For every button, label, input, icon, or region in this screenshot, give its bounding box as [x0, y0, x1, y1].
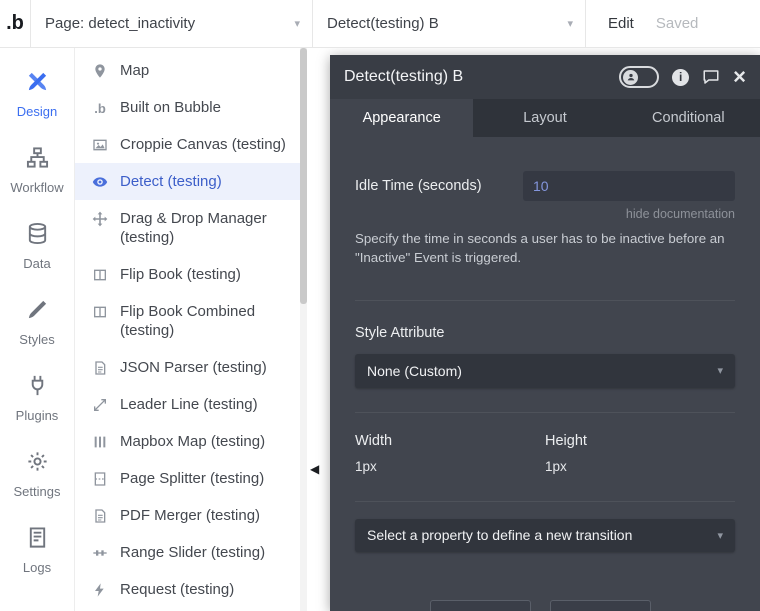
- list-item-leader-line[interactable]: Leader Line (testing): [75, 386, 300, 423]
- book-icon: [91, 266, 109, 284]
- list-item-request[interactable]: Request (testing): [75, 571, 300, 608]
- list-item-mapbox-map[interactable]: Mapbox Map (testing): [75, 423, 300, 460]
- document-icon: [91, 359, 109, 377]
- list-item-flip-book[interactable]: Flip Book (testing): [75, 256, 300, 293]
- bubble-editor: .b Page: detect_inactivity ▾ Detect(test…: [0, 0, 760, 611]
- topbar: .b Page: detect_inactivity ▾ Detect(test…: [0, 0, 760, 48]
- property-editor-title: Detect(testing) B: [344, 68, 464, 85]
- sidebar-item-data[interactable]: Data: [0, 208, 74, 284]
- list-item-pdf-merger[interactable]: PDF Merger (testing): [75, 497, 300, 534]
- gear-icon: [26, 450, 49, 478]
- paintbrush-icon: [26, 298, 49, 326]
- property-editor-tabs: Appearance Layout Conditional: [330, 99, 760, 137]
- tab-appearance[interactable]: Appearance: [330, 99, 474, 137]
- saved-status: Saved: [655, 15, 699, 32]
- book-icon: [91, 303, 109, 321]
- document-icon: [91, 507, 109, 525]
- chevron-down-icon: ▾: [294, 18, 300, 30]
- height-label: Height: [545, 432, 587, 449]
- style-attribute-dropdown[interactable]: None (Custom) ▾: [355, 353, 735, 388]
- hide-documentation-link[interactable]: hide documentation: [355, 207, 735, 221]
- width-label: Width: [355, 432, 393, 449]
- page-split-icon: [91, 470, 109, 488]
- header-icons: i ×: [619, 66, 746, 88]
- avatar-icon: [623, 69, 639, 85]
- list-item-drag-drop-manager[interactable]: Drag & Drop Manager (testing): [75, 200, 300, 256]
- element-list: Map .b Built on Bubble Croppie Canvas (t…: [75, 48, 300, 611]
- sidebar-item-logs[interactable]: Logs: [0, 512, 74, 588]
- property-editor-panel: Detect(testing) B i × Appearance Layout …: [330, 55, 760, 611]
- close-icon[interactable]: ×: [733, 66, 746, 88]
- section-divider: [355, 299, 735, 301]
- documentation-text: Specify the time in seconds a user has t…: [355, 231, 725, 266]
- section-divider: [355, 500, 735, 502]
- tab-layout[interactable]: Layout: [473, 99, 616, 137]
- list-item-croppie-canvas[interactable]: Croppie Canvas (testing): [75, 126, 300, 163]
- tab-conditional[interactable]: Conditional: [617, 99, 760, 137]
- transition-property-dropdown[interactable]: Select a property to define a new transi…: [355, 518, 735, 552]
- image-icon: [91, 136, 109, 154]
- bubble-logo[interactable]: .b: [0, 12, 30, 35]
- element-selector-dropdown[interactable]: Detect(testing) B ▾: [312, 0, 586, 48]
- plug-icon: [26, 374, 49, 402]
- page-selector-dropdown[interactable]: Page: detect_inactivity ▾: [30, 0, 312, 48]
- element-list-scrollbar-thumb[interactable]: [300, 48, 307, 304]
- property-editor-header: Detect(testing) B i ×: [330, 55, 760, 99]
- style-attribute-label: Style Attribute: [355, 324, 445, 341]
- list-item-flip-book-combined[interactable]: Flip Book Combined (testing): [75, 293, 300, 349]
- left-sidebar: Design Workflow Data Styles Plugins Sett…: [0, 48, 75, 611]
- list-item-map[interactable]: Map: [75, 52, 300, 89]
- log-document-icon: [26, 526, 49, 554]
- width-column: Width 1px: [355, 433, 545, 474]
- page-selector-value: Page: detect_inactivity: [45, 15, 196, 32]
- dimensions-row: Width 1px Height 1px: [355, 433, 735, 474]
- bottom-right-button[interactable]: [550, 600, 651, 611]
- database-icon: [26, 222, 49, 250]
- move-arrows-icon: [91, 210, 109, 228]
- chevron-down-icon: ▾: [717, 365, 723, 378]
- bottom-left-button[interactable]: [430, 600, 531, 611]
- comment-bubble-icon[interactable]: [702, 68, 720, 86]
- idle-time-input[interactable]: [523, 171, 735, 201]
- height-column: Height 1px: [545, 433, 735, 474]
- list-item-range-slider[interactable]: Range Slider (testing): [75, 534, 300, 571]
- element-selector-value: Detect(testing) B: [327, 15, 439, 32]
- appearance-tab-content: Idle Time (seconds) hide documentation S…: [330, 171, 760, 552]
- columns-icon: [91, 433, 109, 451]
- section-divider: [355, 411, 735, 413]
- sidebar-item-design[interactable]: Design: [0, 56, 74, 132]
- design-brushes-icon: [26, 70, 49, 98]
- element-list-scrollbar-track: [300, 48, 307, 611]
- sidebar-item-plugins[interactable]: Plugins: [0, 360, 74, 436]
- style-attribute-value: None (Custom): [367, 362, 462, 379]
- leader-line-icon: [91, 396, 109, 414]
- sidebar-item-settings[interactable]: Settings: [0, 436, 74, 512]
- bubble-logo-icon: .b: [94, 100, 106, 116]
- idle-time-label: Idle Time (seconds): [355, 178, 482, 194]
- info-icon[interactable]: i: [672, 68, 690, 86]
- edit-mode-label[interactable]: Edit: [608, 15, 634, 32]
- list-item-page-splitter[interactable]: Page Splitter (testing): [75, 460, 300, 497]
- panel-collapse-arrow[interactable]: ◀: [310, 462, 319, 476]
- width-value: 1px: [355, 458, 377, 474]
- list-item-json-parser[interactable]: JSON Parser (testing): [75, 349, 300, 386]
- eye-icon: [91, 173, 109, 191]
- workflow-tree-icon: [26, 146, 49, 174]
- chevron-down-icon: ▾: [717, 529, 723, 542]
- chevron-down-icon: ▾: [567, 18, 573, 30]
- lightning-icon: [91, 581, 109, 599]
- sidebar-item-workflow[interactable]: Workflow: [0, 132, 74, 208]
- slider-icon: [91, 544, 109, 562]
- map-pin-icon: [91, 62, 109, 80]
- list-item-detect[interactable]: Detect (testing): [75, 163, 300, 200]
- height-value: 1px: [545, 458, 567, 474]
- transition-placeholder: Select a property to define a new transi…: [367, 527, 633, 544]
- sidebar-item-styles[interactable]: Styles: [0, 284, 74, 360]
- idle-time-row: Idle Time (seconds): [355, 171, 735, 201]
- collaborator-avatar-pill[interactable]: [619, 66, 660, 88]
- list-item-built-on-bubble[interactable]: .b Built on Bubble: [75, 89, 300, 126]
